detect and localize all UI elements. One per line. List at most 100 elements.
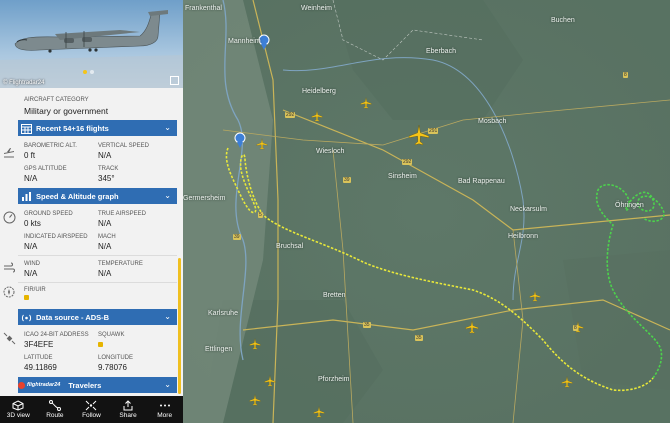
wind-label: WIND: [24, 261, 40, 267]
road-label: 35: [363, 322, 371, 328]
route-label: Route: [46, 412, 64, 419]
data-source-section[interactable]: Data source - ADS-B ⌄: [18, 309, 177, 325]
town-label: Bad Rappenau: [458, 178, 505, 185]
aircraft-photo[interactable]: © Flightradar24: [0, 0, 183, 88]
route-button[interactable]: Route: [37, 396, 74, 423]
town-label: Heidelberg: [302, 88, 336, 95]
map-canvas[interactable]: [183, 0, 670, 423]
recent-flights-section[interactable]: Recent 54+16 flights ⌄: [18, 120, 177, 136]
town-label: Neckarsulm: [510, 206, 547, 213]
satellite-icon: [2, 331, 16, 345]
wind-value: N/A: [24, 269, 38, 278]
lock-icon: [98, 342, 103, 347]
gps-alt-label: GPS ALTITUDE: [24, 166, 67, 172]
true-airspeed-value: N/A: [98, 219, 112, 228]
icao-address-label: ICAO 24-BIT ADDRESS: [24, 332, 89, 338]
more-button[interactable]: More: [146, 396, 183, 423]
chevron-down-icon: ⌄: [164, 191, 171, 200]
vertical-speed-value: N/A: [98, 151, 112, 160]
ground-speed-label: GROUND SPEED: [24, 211, 73, 217]
longitude-value: 9.78076: [98, 363, 127, 372]
category-value: Military or government: [24, 106, 109, 116]
share-button[interactable]: Share: [110, 396, 147, 423]
pager-dot-active[interactable]: [83, 70, 87, 74]
town-label: Karlsruhe: [208, 310, 238, 317]
town-label: Öhringen: [615, 202, 644, 209]
road-label: 292: [402, 159, 413, 165]
lock-icon: [24, 295, 29, 300]
latitude-label: LATITUDE: [24, 355, 53, 361]
indicated-airspeed-label: INDICATED AIRSPEED: [24, 234, 88, 240]
road-label: 5: [258, 212, 263, 218]
chevron-down-icon: ⌄: [164, 312, 171, 321]
road-label: 39: [343, 177, 351, 183]
travelers-section[interactable]: flightradar24 Travelers ⌄: [18, 377, 177, 393]
more-icon: [159, 404, 170, 407]
flight-map[interactable]: Frankenthal Weinheim Buchen Mannheim Ebe…: [183, 0, 670, 423]
mach-label: MACH: [98, 234, 116, 240]
route-icon: [48, 400, 61, 411]
town-label: Bruchsal: [276, 243, 304, 250]
more-label: More: [157, 412, 173, 419]
3d-view-label: 3D view: [6, 412, 30, 419]
road-label: 291: [428, 128, 439, 134]
track-value: 345°: [98, 174, 115, 183]
town-label: Wiesloch: [316, 148, 345, 155]
speedometer-icon: [2, 210, 16, 224]
town-label: Mannheim: [228, 38, 261, 45]
mach-value: N/A: [98, 242, 112, 251]
pager-dot[interactable]: [90, 70, 94, 74]
town-label: Eberbach: [426, 48, 456, 55]
altitude-icon: [2, 145, 16, 159]
town-label: Frankenthal: [185, 5, 222, 12]
baro-alt-value: 0 ft: [24, 151, 36, 160]
town-label: Mosbach: [478, 118, 507, 125]
3d-view-button[interactable]: 3D view: [0, 396, 37, 423]
airspace-icon: [2, 285, 16, 299]
vertical-speed-label: VERTICAL SPEED: [98, 143, 150, 149]
panel-scrollbar[interactable]: [178, 258, 181, 394]
chevron-down-icon: ⌄: [164, 123, 171, 132]
share-icon: [123, 400, 133, 411]
town-label: Buchen: [551, 17, 575, 24]
town-label: Germersheim: [183, 195, 226, 202]
baro-alt-label: BAROMETRIC ALT.: [24, 143, 77, 149]
track-label: TRACK: [98, 166, 119, 172]
fr24-logo: flightradar24: [18, 381, 60, 389]
category-label: AIRCRAFT CATEGORY: [24, 97, 89, 103]
town-label: Pforzheim: [318, 376, 350, 383]
speed-altitude-graph-section[interactable]: Speed & Altitude graph ⌄: [18, 188, 177, 204]
aircraft-info-panel: © Flightradar24 AIRCRAFT CATEGORY Milita…: [0, 0, 183, 423]
road-label: 39: [233, 234, 241, 240]
travelers-label: Travelers: [68, 380, 102, 390]
town-label: Bretten: [323, 292, 346, 299]
speed-graph-label: Speed & Altitude graph: [36, 191, 119, 201]
follow-label: Follow: [82, 412, 101, 419]
bottom-toolbar: 3D view Route Follow Share More: [0, 396, 183, 423]
road-label: 8: [573, 325, 578, 331]
ground-speed-value: 0 kts: [24, 219, 41, 228]
calendar-icon: [20, 122, 32, 134]
town-label: Weinheim: [301, 5, 332, 12]
icao-address-value: 3F4EFE: [24, 340, 54, 349]
follow-button[interactable]: Follow: [73, 396, 110, 423]
photo-pager[interactable]: [83, 61, 97, 79]
photo-credit: © Flightradar24: [3, 80, 45, 86]
town-label: Sinsheim: [388, 173, 417, 180]
road-label: 8: [623, 72, 628, 78]
road-label: 35: [415, 335, 423, 341]
cube-icon: [12, 400, 24, 411]
indicated-airspeed-value: N/A: [24, 242, 38, 251]
recent-flights-label: Recent 54+16 flights: [36, 123, 109, 133]
follow-icon: [86, 400, 97, 411]
town-label: Heilbronn: [508, 233, 538, 240]
chart-icon: [20, 190, 32, 202]
wind-icon: [2, 261, 16, 275]
divider: [18, 282, 177, 283]
chevron-down-icon: ⌄: [164, 380, 171, 389]
gps-alt-value: N/A: [24, 174, 38, 183]
open-photo-icon[interactable]: [170, 76, 179, 85]
road-label: 292: [285, 112, 296, 118]
temperature-label: TEMPERATURE: [98, 261, 143, 267]
temperature-value: N/A: [98, 269, 112, 278]
